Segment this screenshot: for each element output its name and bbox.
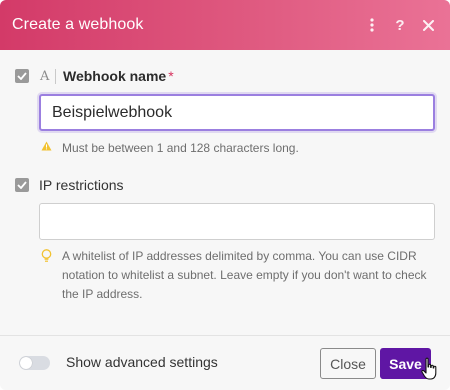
dialog-header: Create a webhook ? <box>0 0 450 50</box>
webhook-name-label-row: A Webhook name * <box>15 68 174 84</box>
advanced-settings-toggle[interactable] <box>19 356 50 370</box>
dialog-body: A Webhook name * Must be between 1 and 1… <box>0 50 450 335</box>
ip-restrictions-checkbox[interactable] <box>15 178 29 192</box>
close-button[interactable]: Close <box>320 348 376 379</box>
kebab-menu-icon[interactable] <box>364 17 380 33</box>
help-icon[interactable]: ? <box>392 17 408 34</box>
ip-restrictions-input[interactable] <box>39 203 435 240</box>
text-type-icon: A <box>40 68 50 84</box>
required-asterisk: * <box>168 68 174 84</box>
dialog-title: Create a webhook <box>12 16 144 33</box>
close-icon[interactable] <box>420 17 436 33</box>
webhook-name-label: Webhook name <box>63 68 167 84</box>
ip-restrictions-label: IP restrictions <box>39 177 124 193</box>
dialog-footer: Show advanced settings Close Save <box>0 335 450 390</box>
advanced-settings-label: Show advanced settings <box>66 354 218 370</box>
webhook-name-checkbox[interactable] <box>15 69 29 83</box>
ip-restrictions-hint: A whitelist of IP addresses delimited by… <box>40 247 432 304</box>
webhook-name-hint-text: Must be between 1 and 128 characters lon… <box>62 141 299 155</box>
toggle-knob <box>20 357 32 369</box>
create-webhook-dialog: Create a webhook ? A Webhook name * Beis… <box>0 0 450 390</box>
lightbulb-icon <box>40 247 52 263</box>
webhook-name-input[interactable] <box>39 94 435 131</box>
ip-restrictions-label-row: IP restrictions <box>15 177 124 193</box>
save-button[interactable]: Save <box>380 348 431 379</box>
label-divider <box>55 68 56 84</box>
warning-icon <box>40 139 52 151</box>
header-actions: ? <box>364 0 436 50</box>
ip-restrictions-hint-text: A whitelist of IP addresses delimited by… <box>62 249 427 301</box>
webhook-name-hint: Must be between 1 and 128 characters lon… <box>40 139 432 158</box>
